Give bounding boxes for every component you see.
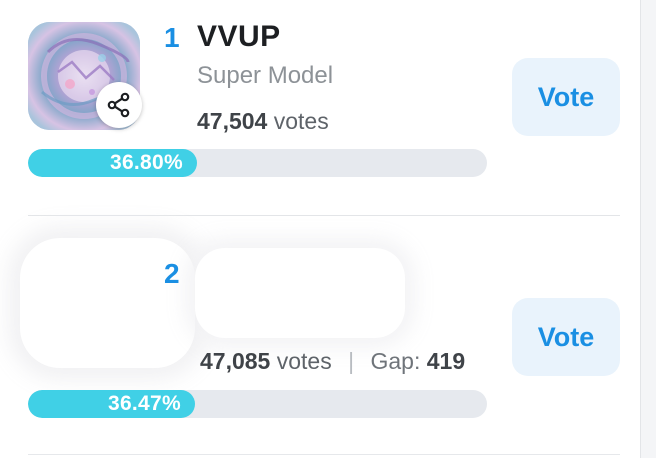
percentage-bar-fill: 36.47% xyxy=(28,390,195,418)
percentage-label: 36.47% xyxy=(107,392,181,415)
vote-button[interactable]: Vote xyxy=(512,58,620,136)
share-icon xyxy=(107,92,130,118)
percentage-bar-fill: 36.80% xyxy=(28,149,197,177)
vote-count-number: 47,504 xyxy=(197,108,268,134)
vote-button[interactable]: Vote xyxy=(512,298,620,376)
percentage-bar: 36.47% xyxy=(28,390,487,418)
vote-count: 47,504 votes xyxy=(197,108,329,135)
candidate-subtitle: Super Model xyxy=(197,62,334,89)
share-button[interactable] xyxy=(96,82,142,128)
vote-count-word: votes xyxy=(276,348,332,374)
gap-value: 419 xyxy=(426,348,466,374)
percentage-bar: 36.80% xyxy=(28,149,487,177)
separator: | xyxy=(348,348,355,374)
candidate-name: VVUP xyxy=(197,20,281,53)
gap-label: Gap: xyxy=(370,348,421,374)
ranking-entry: 1 VVUP Super Model 47,504 votes Vote 36.… xyxy=(0,0,640,215)
rank-number: 1 xyxy=(164,22,180,53)
ranking-list: 1 VVUP Super Model 47,504 votes Vote 36.… xyxy=(0,0,656,458)
divider xyxy=(28,454,620,455)
vote-count-number: 47,085 xyxy=(200,348,271,374)
vote-count: 47,085 votes | Gap: 419 xyxy=(200,348,465,375)
redacted-name xyxy=(195,248,405,338)
scroll-edge xyxy=(640,0,656,458)
percentage-label: 36.80% xyxy=(109,151,183,174)
rank-number: 2 xyxy=(164,258,180,289)
ranking-entry: 2 47,085 votes | Gap: 419 Vote 36.47% xyxy=(0,216,640,458)
vote-count-word: votes xyxy=(273,108,329,134)
